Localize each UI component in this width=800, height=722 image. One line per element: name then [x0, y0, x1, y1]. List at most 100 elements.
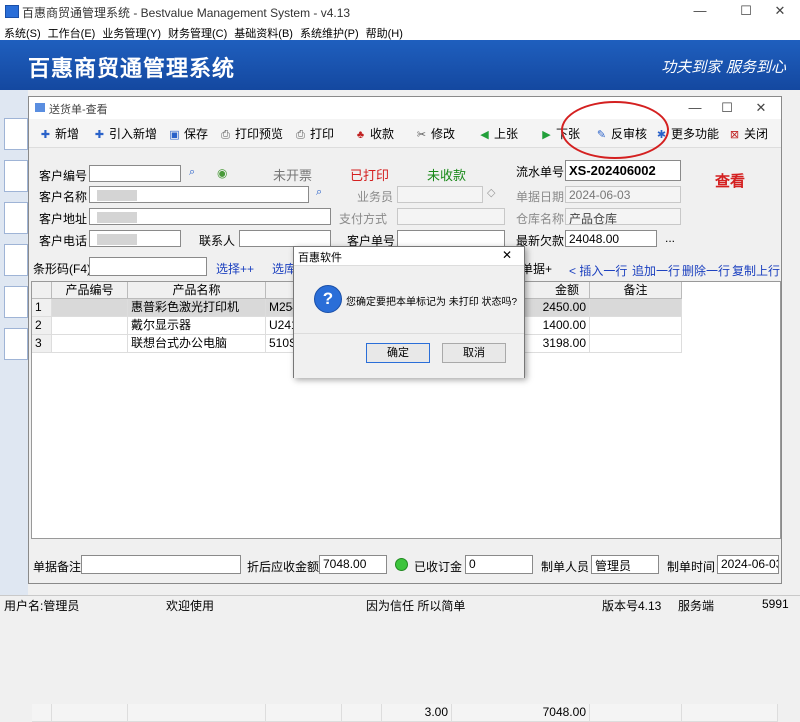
customer-code-input[interactable]: [89, 165, 181, 182]
append-row-link[interactable]: 追加一行: [632, 262, 680, 279]
customer-phone-label: 客户电话: [39, 234, 88, 248]
document-icon: [35, 103, 45, 112]
menu-basic-data[interactable]: 基础资料(B): [230, 22, 296, 41]
customer-name-input[interactable]: [89, 186, 309, 203]
view-mode-annotation: 查看: [715, 172, 746, 190]
grid-header-note[interactable]: 备注: [590, 282, 682, 299]
row-code[interactable]: [52, 335, 128, 353]
save-icon: ▣: [169, 129, 180, 141]
status-dot-icon: [395, 558, 408, 571]
insert-row-link[interactable]: < 插入一行: [569, 262, 627, 279]
payment-method-select[interactable]: [397, 208, 505, 225]
confirm-dialog: 百惠软件 ✕ ? 您确定要把本单标记为 未打印 状态吗? 确定 取消: [293, 246, 525, 378]
nav-button[interactable]: [4, 118, 28, 150]
search-icon[interactable]: ⌕: [189, 166, 195, 179]
summary-cell: [590, 704, 682, 722]
more-functions-button[interactable]: ✱ 更多功能: [655, 125, 719, 141]
remark-input[interactable]: [81, 555, 241, 574]
ok-button[interactable]: 确定: [366, 343, 430, 363]
import-new-button[interactable]: ✚ 引入新增: [93, 125, 157, 141]
date-field[interactable]: 2024-06-03: [565, 186, 681, 203]
select-plus-link[interactable]: 选择++: [216, 260, 254, 277]
row-note[interactable]: [590, 317, 682, 335]
row-product-name[interactable]: 惠普彩色激光打印机: [128, 299, 266, 317]
contact-card-icon[interactable]: ◉: [217, 166, 227, 180]
total-quantity: 3.00: [382, 704, 452, 722]
window-title: 百惠商贸通管理系统 - Bestvalue Management System …: [22, 6, 351, 20]
remark-label: 单据备注: [33, 560, 82, 574]
customer-phone-input[interactable]: [89, 230, 181, 247]
menu-maintenance[interactable]: 系统维护(P): [296, 22, 362, 41]
row-note[interactable]: [590, 335, 682, 353]
plus-icon: ✚: [40, 129, 51, 141]
row-product-name[interactable]: 联想台式办公电脑: [128, 335, 266, 353]
banner-title: 百惠商贸通管理系统: [28, 56, 236, 81]
row-number: 3: [32, 335, 52, 353]
debt-details-button[interactable]: ...: [665, 231, 675, 245]
menu-finance[interactable]: 财务管理(C): [164, 22, 230, 41]
row-code[interactable]: [52, 317, 128, 335]
grid-header-code[interactable]: 产品编号: [52, 282, 128, 299]
dropdown-arrow-icon[interactable]: ◇: [487, 186, 495, 199]
status-bar: 用户名:管理员 欢迎使用 因为信任 所以简单 版本号4.13 服务端 5991: [0, 595, 800, 613]
menu-help[interactable]: 帮助(H): [362, 22, 406, 41]
customer-name-label: 客户名称: [39, 190, 88, 204]
barcode-input[interactable]: [89, 257, 207, 276]
cancel-button[interactable]: 取消: [442, 343, 506, 363]
delete-row-link[interactable]: 删除一行: [682, 262, 730, 279]
toolbar: ✚ 新增 ✚ 引入新增 ▣ 保存 ⎙ 打印预览 ⎙ 打印 ♣ 收款 ✂ 修改 ◀ 上张 ▶ 下张 …: [29, 119, 781, 148]
nav-button[interactable]: [4, 202, 28, 234]
salesperson-select[interactable]: [397, 186, 483, 203]
app-banner: 百惠商贸通管理系统 功夫到家 服务到心: [0, 40, 800, 90]
new-button[interactable]: ✚ 新增: [39, 125, 79, 141]
copy-row-link[interactable]: 复制上行: [732, 262, 780, 279]
import-add-icon: ✚: [94, 129, 105, 141]
child-minimize-button[interactable]: —: [679, 97, 711, 119]
menu-bar: 系统(S) 工作台(E) 业务管理(Y) 财务管理(C) 基础资料(B) 系统维护(P) 帮…: [0, 22, 800, 40]
contact-input[interactable]: [239, 230, 331, 247]
next-button[interactable]: ▶ 下张: [540, 125, 580, 141]
row-product-name[interactable]: 戴尔显示器: [128, 317, 266, 335]
nav-button[interactable]: [4, 286, 28, 318]
child-maximize-button[interactable]: ☐: [711, 97, 743, 119]
redacted-text: [97, 212, 137, 224]
nav-button[interactable]: [4, 160, 28, 192]
nav-button[interactable]: [4, 244, 28, 276]
minimize-button[interactable]: —: [680, 0, 720, 22]
customer-order-input[interactable]: [397, 230, 505, 247]
deposit-field[interactable]: 0: [465, 555, 533, 574]
search-icon[interactable]: ⌕: [316, 186, 322, 199]
more-functions-icon: ✱: [656, 129, 667, 141]
unapprove-button[interactable]: ✎ 反审核: [595, 125, 647, 141]
dialog-close-button[interactable]: ✕: [502, 248, 512, 262]
row-code[interactable]: [52, 299, 128, 317]
discount-label: 折后应收金额: [247, 560, 320, 574]
child-window-title: 送货单-查看: [49, 104, 108, 116]
dialog-title: 百惠软件: [298, 252, 342, 264]
child-close-button[interactable]: ✕: [745, 97, 777, 119]
warehouse-select[interactable]: 产品仓库: [565, 208, 681, 225]
menu-system[interactable]: 系统(S): [0, 22, 44, 41]
summary-cell: [682, 704, 778, 722]
close-button[interactable]: ⊠ 关闭: [728, 125, 768, 141]
customer-address-input[interactable]: [89, 208, 331, 225]
print-icon: ⎙: [296, 129, 305, 141]
document-plus-link[interactable]: 单据+: [521, 260, 552, 277]
serial-number-field[interactable]: XS-202406002: [565, 160, 681, 181]
nav-button[interactable]: [4, 328, 28, 360]
previous-icon: ◀: [480, 129, 489, 141]
receive-payment-button[interactable]: ♣ 收款: [354, 125, 394, 141]
edit-button[interactable]: ✂ 修改: [415, 125, 455, 141]
print-button[interactable]: ⎙ 打印: [294, 125, 334, 141]
previous-button[interactable]: ◀ 上张: [478, 125, 518, 141]
row-note[interactable]: [590, 299, 682, 317]
menu-business[interactable]: 业务管理(Y): [98, 22, 164, 41]
print-preview-button[interactable]: ⎙ 打印预览: [219, 125, 283, 141]
total-amount: 7048.00: [452, 704, 590, 722]
row-number: 2: [32, 317, 52, 335]
grid-header-name[interactable]: 产品名称: [128, 282, 266, 299]
close-window-button[interactable]: ✕: [760, 0, 800, 22]
save-button[interactable]: ▣ 保存: [168, 125, 208, 141]
warehouse-label: 仓库名称: [516, 212, 565, 226]
menu-workbench[interactable]: 工作台(E): [44, 22, 99, 41]
